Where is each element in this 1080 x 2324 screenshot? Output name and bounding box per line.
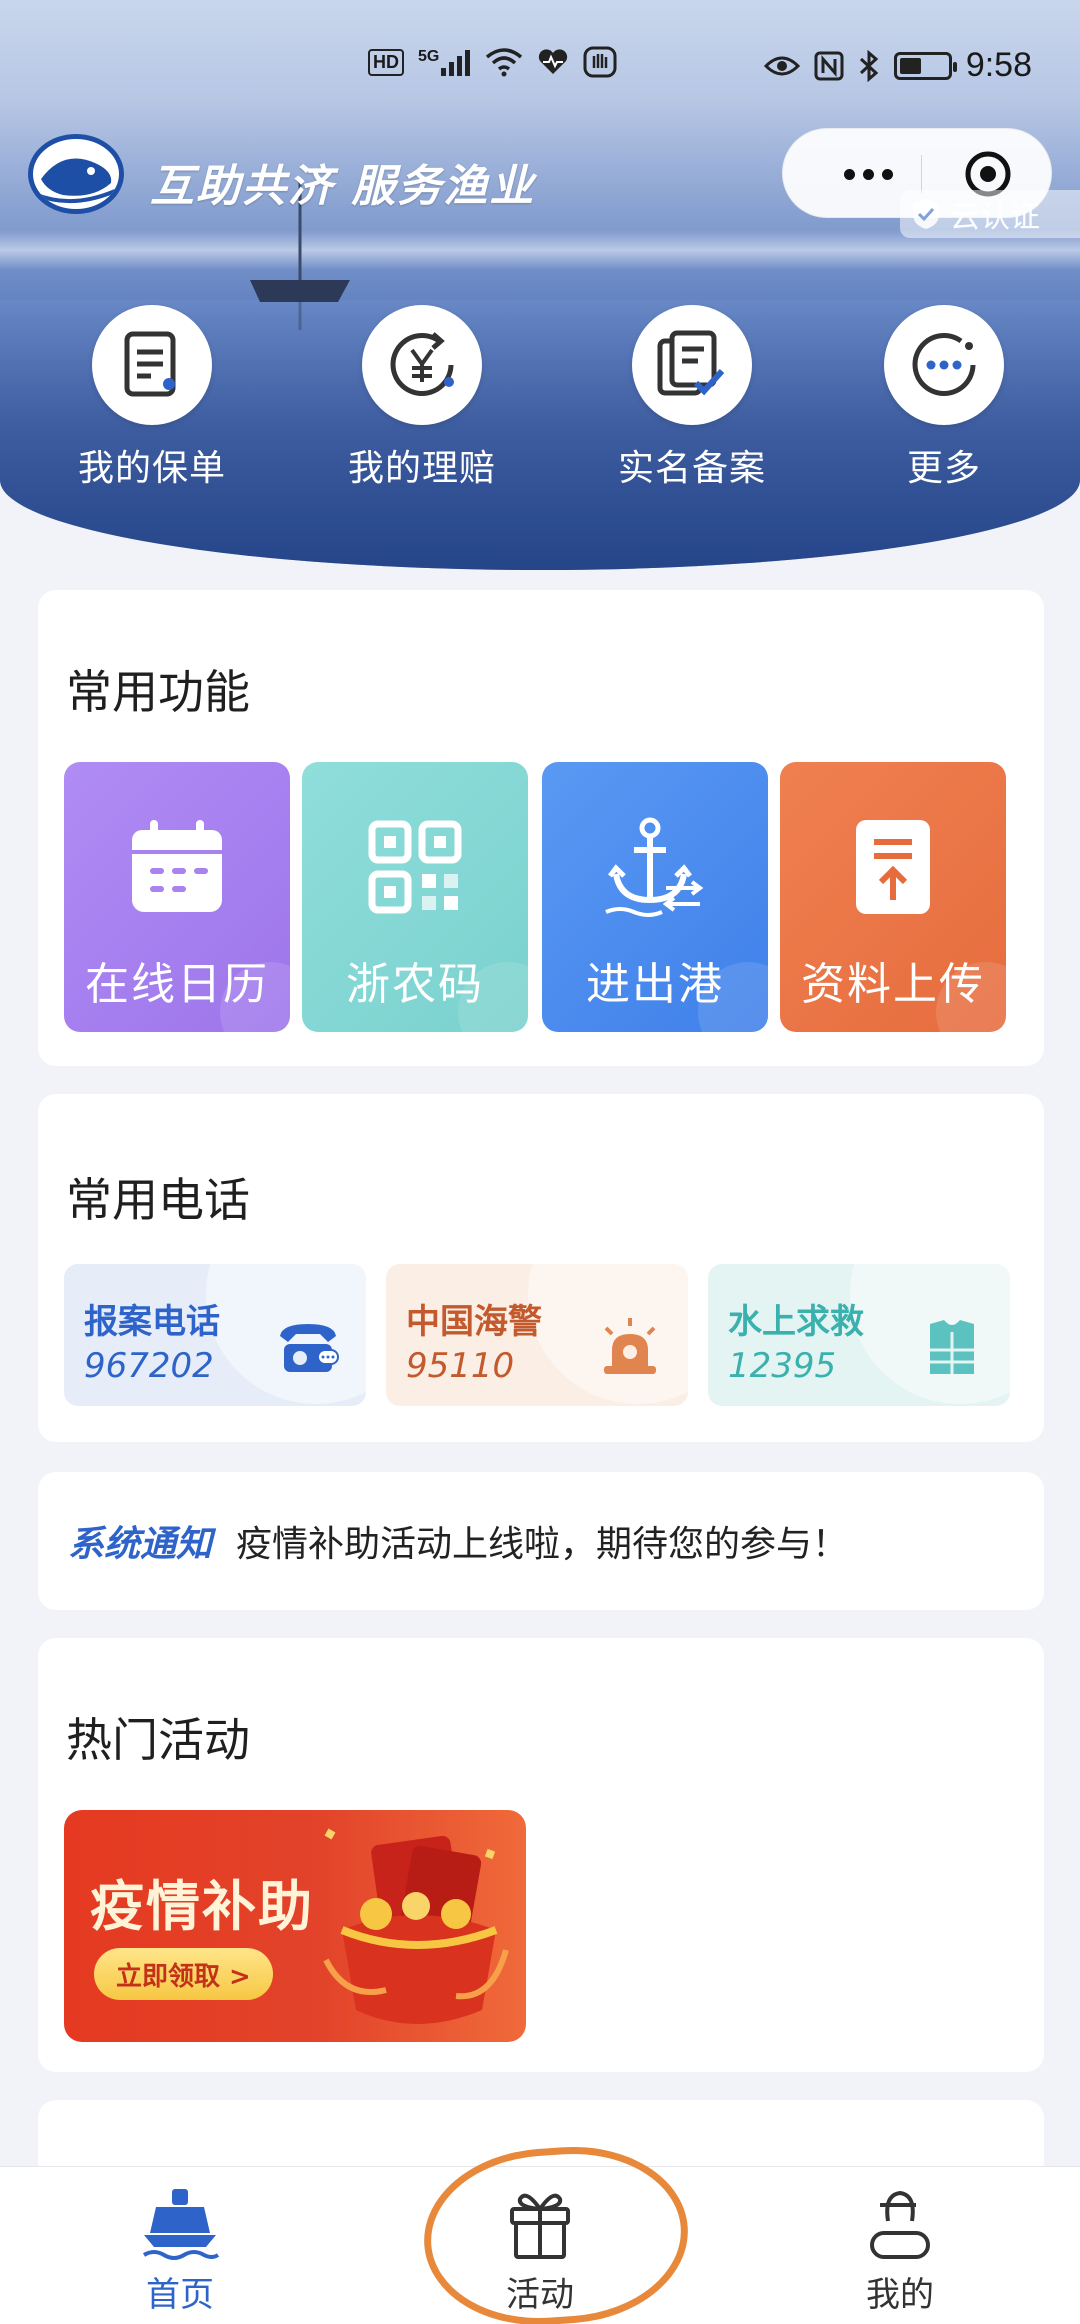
heart-icon [539,49,568,74]
gift-icon [510,2193,570,2259]
telephone-icon [280,1324,339,1372]
life-jacket-icon [930,1320,974,1374]
policy-icon [124,331,176,397]
notice-row: 系统通知 疫情补助活动上线啦，期待您的参与！ [68,1472,848,1610]
quick-label: 我的保单 [77,448,226,489]
bluetooth-icon [859,49,879,82]
clock: 9:58 [965,46,1032,84]
more-icon [912,333,976,396]
common-phones-card: 常用电话 报案电话 967202 中国海警 95110 水上求救 12395 [38,1094,1044,1442]
notice-tag: 系统通知 [68,1524,213,1565]
phone-report-hotline[interactable]: 报案电话 967202 [64,1264,366,1406]
quick-label: 实名备案 [617,448,766,489]
phone-coast-guard[interactable]: 中国海警 95110 [386,1264,688,1406]
phone-name: 报案电话 [84,1302,220,1342]
profile-icon [870,2190,930,2259]
battery-icon [893,51,957,80]
phone-number: 967202 [84,1346,214,1386]
quick-label: 我的理赔 [347,448,496,489]
quick-my-claims[interactable]: 我的理赔 [322,305,522,491]
tab-home[interactable]: 首页 [0,2167,360,2324]
hand-icon [583,46,617,78]
claim-yuan-icon [390,332,454,396]
section-title: 常用功能 [66,665,250,719]
phone-number: 95110 [406,1346,515,1386]
upload-icon [856,820,930,914]
quick-more[interactable]: 更多 [844,305,1044,491]
func-online-calendar[interactable]: 在线日历 [64,762,290,1032]
tab-label: 活动 [506,2275,574,2315]
cert-label: 云认证 [950,200,1040,235]
epidemic-subsidy-banner[interactable]: 疫情补助 立即领取 > [64,1810,526,2042]
notice-text: 疫情补助活动上线啦，期待您的参与！ [236,1524,849,1565]
section-title: 热门活动 [66,1713,250,1767]
status-bar: HD 5G 9:58 [0,46,1080,86]
quick-realname-registration[interactable]: 实名备案 [592,305,792,491]
quick-actions: 我的保单 我的理赔 实名备案 更多 [0,305,1080,495]
phone-number: 12395 [728,1346,837,1386]
alarm-light-icon [604,1318,656,1374]
func-zhenong-code[interactable]: 浙农码 [302,762,528,1032]
eye-icon [763,56,800,75]
registration-icon [657,330,725,396]
claim-now-button[interactable]: 立即领取 > [94,1948,273,2000]
tab-activities[interactable]: 活动 [360,2167,720,2324]
tab-label: 首页 [146,2275,214,2315]
app-title: 互助共济 服务渔业 [150,161,536,212]
hot-activities-card: 热门活动 疫情补助 立即领取 > [38,1638,1044,2072]
app-logo [28,134,124,214]
func-port-entry-exit[interactable]: 进出港 [542,762,768,1032]
phone-name: 中国海警 [406,1302,542,1342]
system-notice-card[interactable]: 系统通知 疫情补助活动上线啦，期待您的参与！ [38,1472,1044,1610]
quick-label: 更多 [906,448,981,489]
red-envelope-illustration [323,1828,509,2024]
bottom-tab-bar: 首页 活动 我的 [0,2166,1080,2324]
capsule-divider [921,155,922,193]
tab-mine[interactable]: 我的 [720,2167,1080,2324]
tab-label: 我的 [866,2275,934,2315]
quick-my-policy[interactable]: 我的保单 [52,305,252,491]
calendar-icon [132,820,222,912]
anchor-icon [605,817,704,917]
qr-code-icon [368,820,462,914]
func-document-upload[interactable]: 资料上传 [780,762,1006,1032]
ship-icon [142,2189,220,2260]
common-functions-card: 常用功能 在线日历 浙农码 进出港 资料上传 [38,590,1044,1066]
phone-name: 水上求救 [728,1302,864,1342]
phone-water-rescue[interactable]: 水上求救 12395 [708,1264,1010,1406]
nfc-icon [814,51,844,80]
hd-icon: HD [368,48,404,76]
wifi-icon [486,48,523,77]
shield-check-icon [913,199,939,229]
cloud-cert-tag: 云认证 [900,190,1080,238]
banner-title: 疫情补助 [90,1875,314,1938]
signal-5g-icon: 5G [418,48,471,76]
section-title: 常用电话 [66,1173,250,1227]
